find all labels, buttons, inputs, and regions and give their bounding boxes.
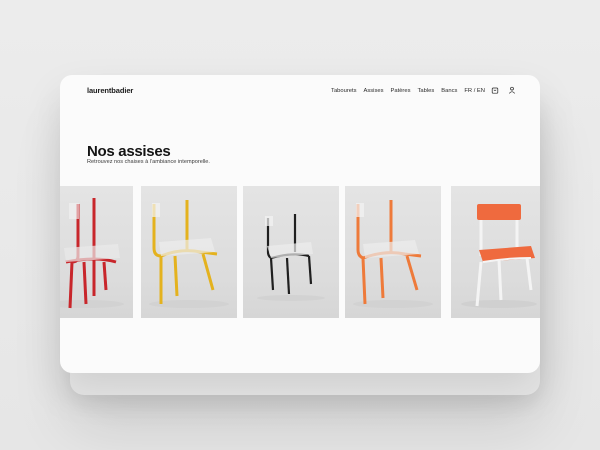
nav-item-assises[interactable]: Assises [364, 88, 384, 94]
product-gallery [60, 186, 540, 318]
header-icons [491, 86, 516, 94]
user-icon[interactable] [508, 86, 516, 94]
chair-orange-image [353, 200, 433, 308]
nav-item-tables[interactable]: Tables [417, 88, 434, 94]
page-title: Nos assises [87, 143, 171, 160]
nav-item-bancs[interactable]: Bancs [441, 88, 457, 94]
page-subtitle: Retrouvez nos chaises à l'ambiance intem… [87, 159, 210, 165]
chair-yellow-image [149, 200, 229, 308]
product-card-black-chair[interactable] [243, 186, 339, 318]
product-card-white-orange-chair[interactable] [451, 186, 540, 318]
cart-icon[interactable] [491, 86, 499, 94]
nav-item-tabourets[interactable]: Tabourets [331, 88, 356, 94]
nav-item-pateres[interactable]: Patères [391, 88, 411, 94]
product-card-red-chair[interactable] [60, 186, 133, 318]
brand-logo[interactable]: laurentbadier [87, 86, 133, 95]
product-card-yellow-chair[interactable] [141, 186, 237, 318]
chair-red-image [60, 198, 124, 309]
main-nav: Tabourets Assises Patères Tables Bancs F… [331, 88, 485, 94]
site-header: laurentbadier Tabourets Assises Patères … [60, 75, 540, 109]
language-switcher[interactable]: FR / EN [464, 88, 485, 94]
product-card-orange-chair[interactable] [345, 186, 441, 318]
browser-window: laurentbadier Tabourets Assises Patères … [60, 75, 540, 373]
chair-white-orange-image [461, 204, 537, 308]
chair-black-image [257, 214, 325, 301]
